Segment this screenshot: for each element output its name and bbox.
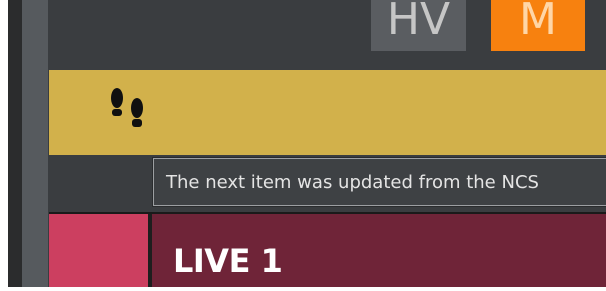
footprints-icon (111, 88, 143, 127)
item-title: LIVE 1 (173, 242, 283, 280)
item-divider (148, 214, 152, 287)
tooltip-text: The next item was updated from the NCS (166, 172, 539, 193)
app-window: HV M The next item was updated from the … (8, 0, 606, 291)
hv-button[interactable]: HV (371, 0, 466, 51)
tooltip: The next item was updated from the NCS (153, 158, 606, 206)
bottom-edge (8, 287, 606, 291)
m-button[interactable]: M (491, 0, 585, 51)
top-toolbar: HV M (49, 0, 606, 70)
item-color-swatch (49, 214, 148, 287)
left-rail-panel (22, 0, 48, 287)
status-band (49, 70, 606, 155)
left-rail (8, 0, 48, 287)
rundown-item-row[interactable]: LIVE 1 (49, 212, 606, 287)
